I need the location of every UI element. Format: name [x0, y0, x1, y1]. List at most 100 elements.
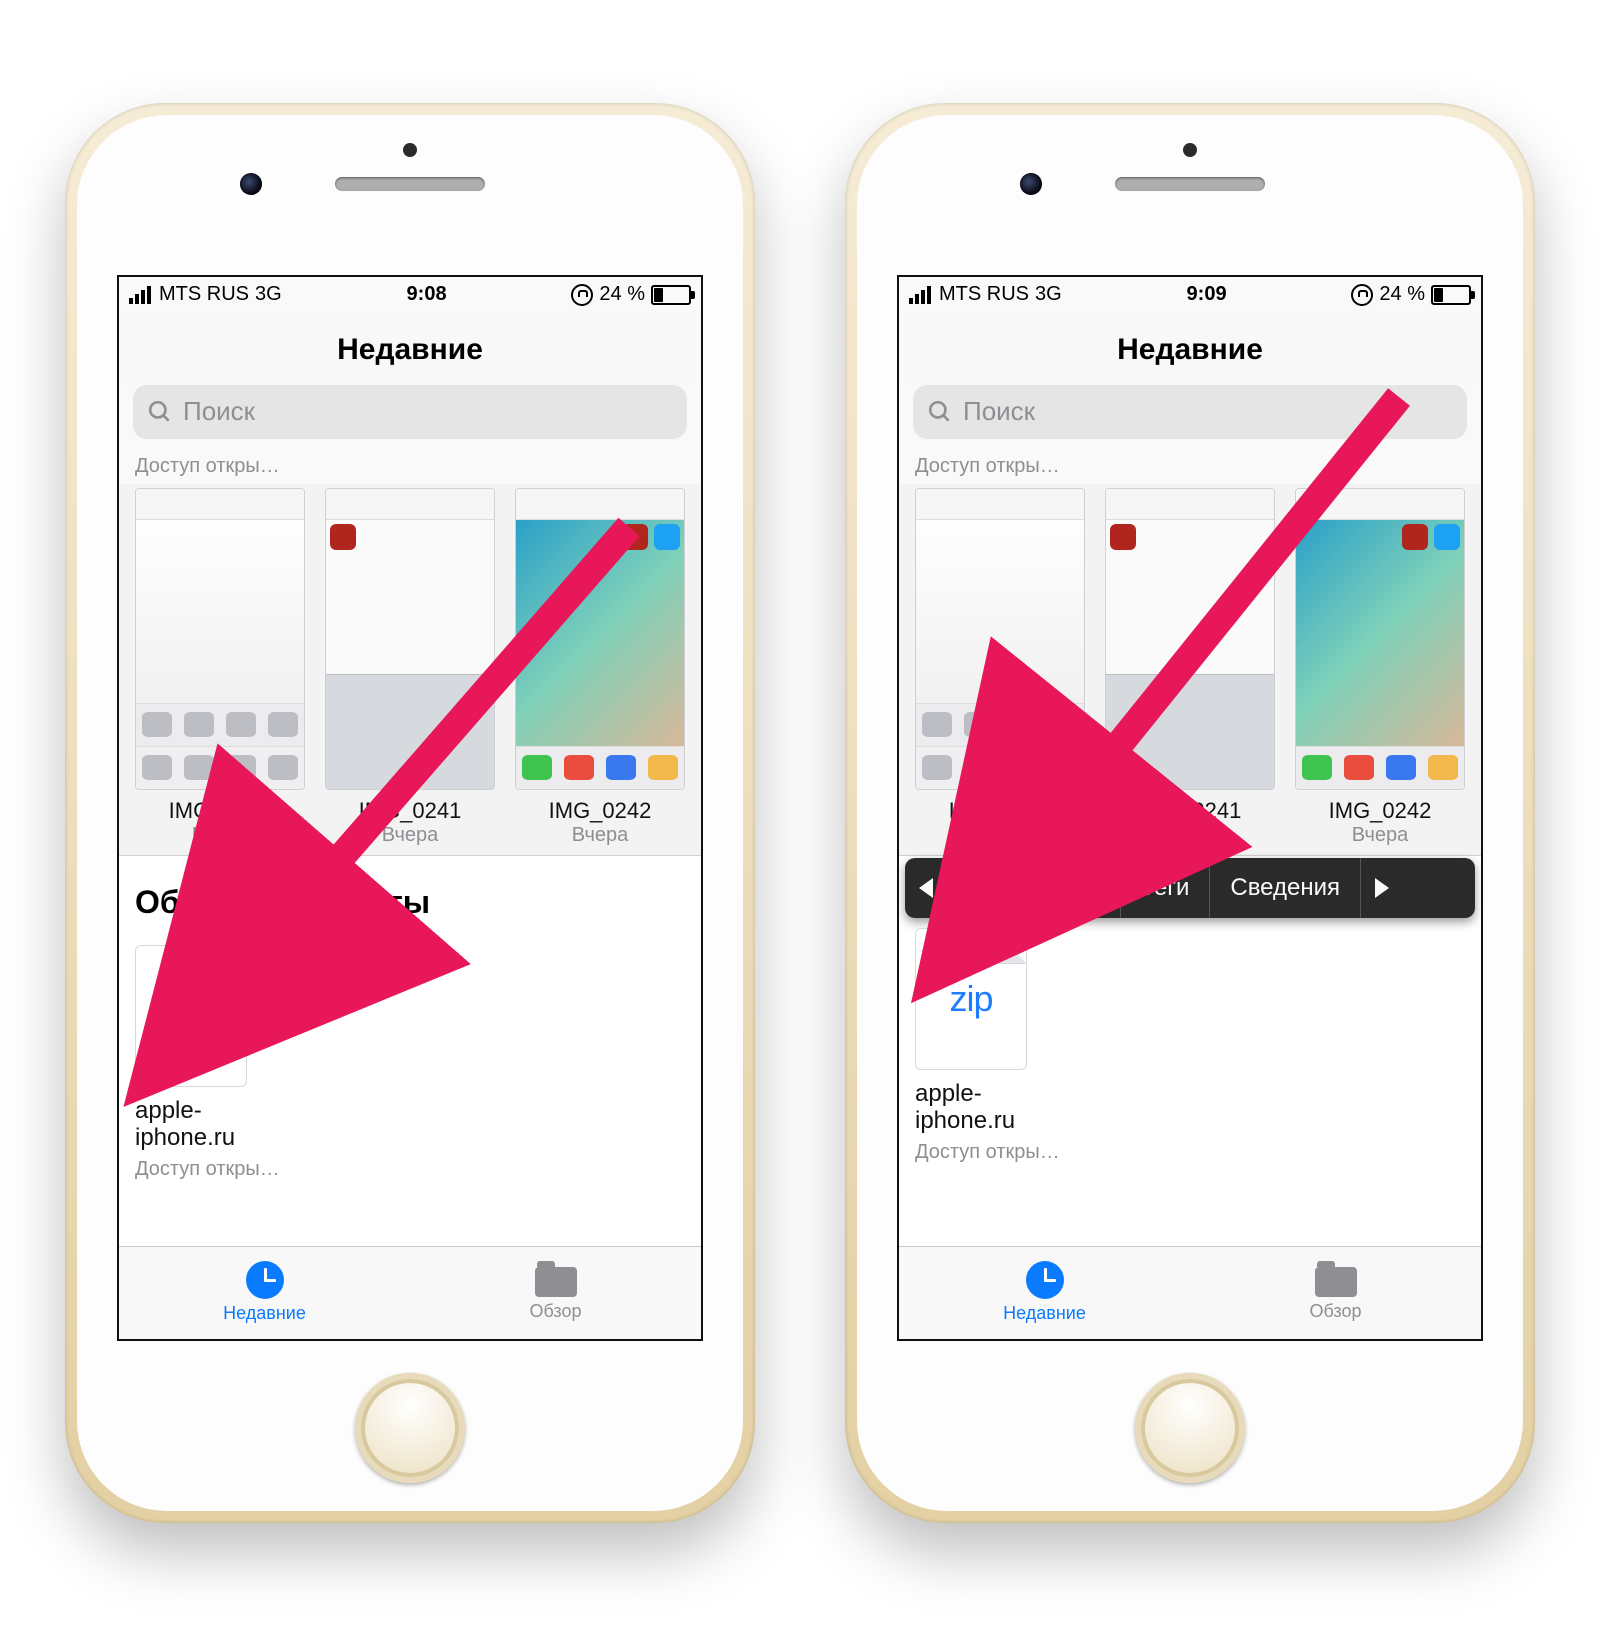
tab-label: Обзор [530, 1301, 582, 1322]
file-access-label: Доступ откры… [135, 1158, 295, 1181]
tab-label: Недавние [223, 1303, 306, 1324]
recent-date: Вчера [1105, 824, 1275, 847]
page-title: Недавние [899, 313, 1481, 381]
recent-name: IMG_0242 [1295, 798, 1465, 824]
recent-name: IMG_0242 [515, 798, 685, 824]
file-item[interactable]: zip apple-iphone.ru Доступ откры… [135, 945, 295, 1181]
callout-tail-icon [967, 912, 995, 918]
recent-item[interactable]: IMG_0242 Вчера [515, 488, 685, 847]
recent-date: Вчера [515, 824, 685, 847]
file-item[interactable]: zip apple-iphone.ru Доступ откры… [915, 928, 1075, 1164]
menu-label: Сведения [1230, 874, 1340, 902]
search-placeholder: Поиск [183, 396, 255, 427]
proximity-sensor [1183, 143, 1197, 157]
phone-left: MTS RUS 3G 9:08 24 % Недавние Поиск Дост… [65, 103, 755, 1523]
thumbnail [915, 488, 1085, 790]
tab-browse[interactable]: Обзор [410, 1247, 701, 1339]
tab-label: Недавние [1003, 1303, 1086, 1324]
recent-item[interactable]: IMG_0240 Вчера [915, 488, 1085, 847]
file-extension: zip [949, 978, 992, 1020]
screen-right: MTS RUS 3G 9:09 24 % Недавние Поиск Дост… [897, 275, 1483, 1341]
clock-label: 9:09 [1187, 283, 1227, 306]
chevron-left-icon [919, 878, 933, 898]
search-placeholder: Поиск [963, 396, 1035, 427]
clock-label: 9:08 [407, 283, 447, 306]
battery-label: 24 % [599, 283, 645, 306]
tab-bar: Недавние Обзор [119, 1246, 701, 1339]
battery-icon [1431, 285, 1471, 305]
file-icon: zip [135, 945, 247, 1087]
recent-item[interactable]: IMG_0242 Вчера [1295, 488, 1465, 847]
tab-label: Обзор [1310, 1301, 1362, 1322]
rotation-lock-icon [1351, 284, 1373, 306]
thumbnail [1295, 488, 1465, 790]
menu-tags-button[interactable]: Теги [1121, 858, 1211, 918]
carrier-label: MTS RUS [939, 283, 1029, 306]
status-bar: MTS RUS 3G 9:08 24 % [119, 277, 701, 313]
menu-next-button[interactable] [1361, 858, 1403, 918]
shared-documents-section: Поделиться Теги Сведения zip apple-iphon… [899, 856, 1481, 1246]
network-label: 3G [255, 283, 282, 306]
menu-prev-button[interactable] [905, 858, 947, 918]
recent-date: Вчера [135, 824, 305, 847]
signal-icon [129, 286, 151, 304]
folder-icon [535, 1267, 577, 1297]
recent-date: Вчера [1295, 824, 1465, 847]
battery-icon [651, 285, 691, 305]
thumbnail [135, 488, 305, 790]
tab-recent[interactable]: Недавние [899, 1247, 1190, 1339]
screen-left: MTS RUS 3G 9:08 24 % Недавние Поиск Дост… [117, 275, 703, 1341]
rotation-lock-icon [571, 284, 593, 306]
tab-browse[interactable]: Обзор [1190, 1247, 1481, 1339]
recent-item[interactable]: IMG_0241 Вчера [325, 488, 495, 847]
recent-name: IMG_0241 [325, 798, 495, 824]
context-menu: Поделиться Теги Сведения [905, 858, 1475, 918]
search-field[interactable]: Поиск [133, 385, 687, 439]
clock-icon [1026, 1261, 1064, 1299]
signal-icon [909, 286, 931, 304]
recent-row[interactable]: IMG_0240 Вчера IMG_0241 Вчера [119, 484, 701, 855]
recent-row[interactable]: IMG_0240 Вчера IMG_0241 Вчера [899, 484, 1481, 855]
recent-item[interactable]: IMG_0240 Вчера [135, 488, 305, 847]
file-icon: zip [915, 928, 1027, 1070]
recent-date: Вчера [325, 824, 495, 847]
home-button[interactable] [1135, 1373, 1245, 1483]
tab-recent[interactable]: Недавние [119, 1247, 410, 1339]
recent-date: Вчера [915, 824, 1085, 847]
phone-right: MTS RUS 3G 9:09 24 % Недавние Поиск Дост… [845, 103, 1535, 1523]
front-camera [240, 173, 262, 195]
recent-name: IMG_0240 [135, 798, 305, 824]
file-extension: zip [169, 995, 212, 1037]
chevron-right-icon [1375, 878, 1389, 898]
menu-info-button[interactable]: Сведения [1210, 858, 1361, 918]
thumbnail [1105, 488, 1275, 790]
earpiece-speaker [335, 177, 485, 191]
shared-hint: Доступ откры… [899, 449, 1481, 484]
recent-name: IMG_0241 [1105, 798, 1275, 824]
proximity-sensor [403, 143, 417, 157]
menu-label: Поделиться [967, 874, 1100, 902]
shared-hint: Доступ откры… [119, 449, 701, 484]
menu-label: Теги [1141, 874, 1190, 902]
search-field[interactable]: Поиск [913, 385, 1467, 439]
thumbnail [325, 488, 495, 790]
folder-icon [1315, 1267, 1357, 1297]
file-name: apple-iphone.ru [135, 1097, 295, 1152]
home-button[interactable] [355, 1373, 465, 1483]
network-label: 3G [1035, 283, 1062, 306]
battery-label: 24 % [1379, 283, 1425, 306]
file-access-label: Доступ откры… [915, 1141, 1075, 1164]
tab-bar: Недавние Обзор [899, 1246, 1481, 1339]
menu-share-button[interactable]: Поделиться [947, 858, 1121, 918]
clock-icon [246, 1261, 284, 1299]
recent-item[interactable]: IMG_0241 Вчера [1105, 488, 1275, 847]
section-header: Общие документы [135, 884, 685, 921]
search-icon [147, 399, 173, 425]
front-camera [1020, 173, 1042, 195]
thumbnail [515, 488, 685, 790]
recent-name: IMG_0240 [915, 798, 1085, 824]
search-icon [927, 399, 953, 425]
status-bar: MTS RUS 3G 9:09 24 % [899, 277, 1481, 313]
earpiece-speaker [1115, 177, 1265, 191]
page-title: Недавние [119, 313, 701, 381]
